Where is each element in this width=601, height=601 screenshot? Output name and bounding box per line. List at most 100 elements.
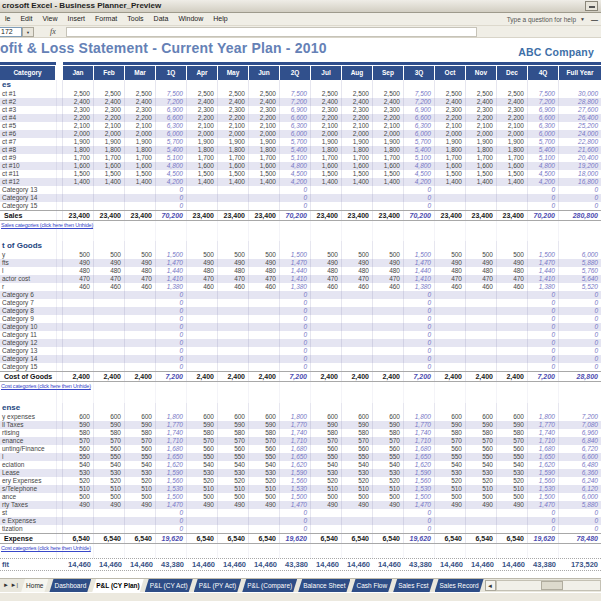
- cell[interactable]: 6,900: [280, 106, 311, 114]
- cell[interactable]: 2,200: [249, 114, 280, 122]
- cell[interactable]: [497, 363, 528, 371]
- cell[interactable]: 43,380: [528, 559, 559, 570]
- cell[interactable]: 5,400: [404, 146, 435, 154]
- cell[interactable]: 2,000: [497, 130, 528, 138]
- cell[interactable]: 530: [187, 469, 218, 477]
- col-header-oct[interactable]: Oct: [435, 66, 466, 80]
- cell[interactable]: [373, 347, 404, 355]
- cell[interactable]: 23,400: [249, 211, 280, 220]
- cell[interactable]: 6,720: [559, 445, 601, 453]
- cell[interactable]: 2,500: [63, 90, 94, 98]
- cell[interactable]: [311, 363, 342, 371]
- cell[interactable]: 14,460: [125, 559, 156, 570]
- cell[interactable]: [497, 80, 528, 90]
- cell[interactable]: 5,760: [559, 267, 601, 275]
- cell[interactable]: [187, 221, 218, 229]
- cell[interactable]: [187, 347, 218, 355]
- cell[interactable]: [218, 323, 249, 331]
- cell[interactable]: [342, 339, 373, 347]
- cell[interactable]: 7,200: [156, 98, 187, 106]
- cell[interactable]: 5,400: [156, 146, 187, 154]
- cell[interactable]: [218, 363, 249, 371]
- cell[interactable]: [187, 363, 218, 371]
- cell[interactable]: 500: [63, 493, 94, 501]
- cell[interactable]: 0: [559, 525, 601, 533]
- cell[interactable]: 1,800: [94, 146, 125, 154]
- cell[interactable]: 7,200: [528, 372, 559, 381]
- cell[interactable]: 7,080: [559, 421, 601, 429]
- cell[interactable]: 480: [311, 267, 342, 275]
- cell[interactable]: 470: [125, 275, 156, 283]
- cell[interactable]: 0: [528, 525, 559, 533]
- cell[interactable]: 1,530: [156, 485, 187, 493]
- cell[interactable]: [373, 202, 404, 210]
- cell[interactable]: [559, 403, 601, 413]
- cell[interactable]: 500: [497, 493, 528, 501]
- cell[interactable]: [218, 202, 249, 210]
- cell[interactable]: 2,400: [435, 98, 466, 106]
- cell[interactable]: [280, 382, 311, 390]
- cell[interactable]: 1,380: [528, 283, 559, 291]
- cell[interactable]: [311, 80, 342, 90]
- cell[interactable]: 500: [466, 251, 497, 259]
- cell[interactable]: [342, 241, 373, 251]
- cell[interactable]: [125, 347, 156, 355]
- cell[interactable]: 1,620: [528, 461, 559, 469]
- cell[interactable]: 510: [63, 485, 94, 493]
- cell[interactable]: [342, 355, 373, 363]
- cell[interactable]: [311, 403, 342, 413]
- cell[interactable]: 2,000: [466, 130, 497, 138]
- cell[interactable]: 0: [404, 339, 435, 347]
- cell[interactable]: [218, 291, 249, 299]
- cell[interactable]: 26,400: [559, 114, 601, 122]
- cell[interactable]: 500: [125, 251, 156, 259]
- cell[interactable]: 480: [63, 267, 94, 275]
- cell[interactable]: 6,000: [156, 130, 187, 138]
- cell[interactable]: 490: [435, 259, 466, 267]
- cell[interactable]: 480: [249, 267, 280, 275]
- cell[interactable]: 5,700: [280, 138, 311, 146]
- cell[interactable]: [373, 221, 404, 229]
- cell[interactable]: 1,530: [280, 485, 311, 493]
- cell[interactable]: 6,540: [187, 534, 218, 543]
- cell[interactable]: 2,100: [497, 122, 528, 130]
- cell[interactable]: 490: [497, 501, 528, 509]
- cell[interactable]: 520: [63, 477, 94, 485]
- cell[interactable]: 0: [559, 355, 601, 363]
- cell[interactable]: [497, 202, 528, 210]
- cell[interactable]: 0: [528, 363, 559, 371]
- cell[interactable]: 2,100: [187, 122, 218, 130]
- cell[interactable]: [342, 517, 373, 525]
- cell[interactable]: [218, 241, 249, 251]
- menu-window[interactable]: Window: [173, 13, 208, 25]
- cell[interactable]: [94, 241, 125, 251]
- cell[interactable]: 5,100: [404, 154, 435, 162]
- cell[interactable]: 490: [187, 501, 218, 509]
- cell[interactable]: 2,100: [249, 122, 280, 130]
- cell[interactable]: [94, 315, 125, 323]
- cell[interactable]: 2,000: [218, 130, 249, 138]
- cell[interactable]: [249, 331, 280, 339]
- cell[interactable]: 5,880: [559, 501, 601, 509]
- cell[interactable]: 510: [311, 485, 342, 493]
- cell[interactable]: 490: [249, 259, 280, 267]
- sheet-tab-sales-fcst[interactable]: Sales Fcst: [393, 579, 433, 592]
- cell[interactable]: [280, 221, 311, 229]
- cell[interactable]: [466, 299, 497, 307]
- cell[interactable]: 4,200: [156, 178, 187, 186]
- cell[interactable]: 470: [311, 275, 342, 283]
- cell[interactable]: [249, 525, 280, 533]
- cell[interactable]: 560: [435, 445, 466, 453]
- cell[interactable]: 0: [280, 517, 311, 525]
- col-header-mar[interactable]: Mar: [125, 66, 156, 80]
- cell[interactable]: 600: [63, 413, 94, 421]
- cell[interactable]: 7,200: [559, 413, 601, 421]
- cell[interactable]: 1,700: [249, 154, 280, 162]
- cell[interactable]: 550: [125, 453, 156, 461]
- cell[interactable]: [373, 403, 404, 413]
- cell[interactable]: 490: [311, 501, 342, 509]
- cell[interactable]: [373, 323, 404, 331]
- cell[interactable]: 1,500: [528, 493, 559, 501]
- cell[interactable]: [373, 241, 404, 251]
- cell[interactable]: [311, 390, 342, 403]
